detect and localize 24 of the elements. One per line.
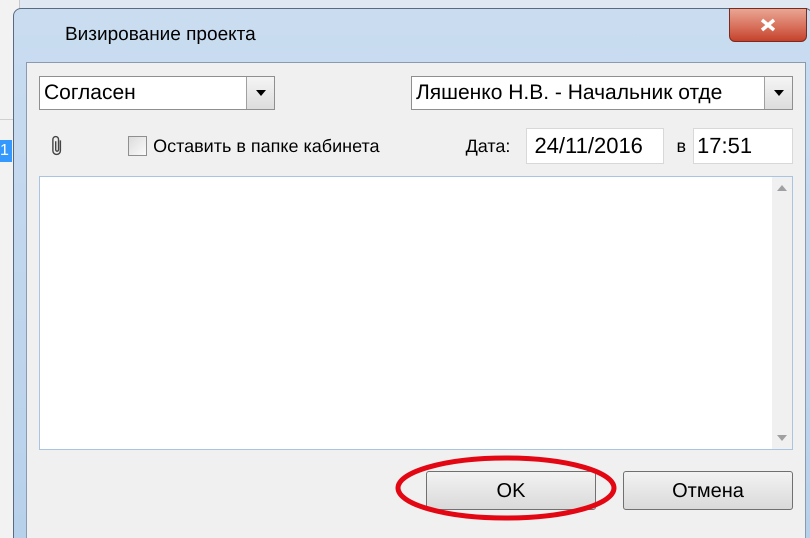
- caret-icon: [254, 89, 266, 97]
- checkbox[interactable]: [128, 136, 148, 156]
- dialog-button[interactable]: OK: [426, 471, 596, 510]
- date-label: Дата:: [466, 134, 510, 158]
- close-button[interactable]: [729, 8, 807, 42]
- dropdown-value: Ляшенко Н.В. - Начальник отде: [415, 80, 724, 106]
- window-title: Визирование проекта: [65, 23, 256, 48]
- checkbox-label: Оставить в папке кабинета: [153, 134, 380, 158]
- date-field[interactable]: 24/11/2016: [526, 128, 664, 164]
- close-icon: [759, 18, 777, 32]
- scrollbar[interactable]: [772, 177, 792, 449]
- dropdown-value: Согласен: [43, 80, 137, 106]
- dropdown-arrow-button[interactable]: [246, 77, 274, 109]
- table-cell: 1: [0, 141, 9, 161]
- dropdown[interactable]: Ляшенко Н.В. - Начальник отде: [411, 76, 793, 110]
- dropdown[interactable]: Согласен: [39, 76, 275, 110]
- dialog-button[interactable]: Отмена: [623, 471, 793, 510]
- scroll-up-icon[interactable]: [777, 185, 787, 191]
- scroll-down-icon[interactable]: [777, 435, 787, 441]
- dropdown-arrow-button[interactable]: [764, 77, 792, 109]
- comment-field[interactable]: [39, 176, 793, 450]
- time-field[interactable]: 17:51: [693, 128, 793, 164]
- time-label: в: [676, 134, 686, 158]
- caret-icon: [772, 89, 784, 97]
